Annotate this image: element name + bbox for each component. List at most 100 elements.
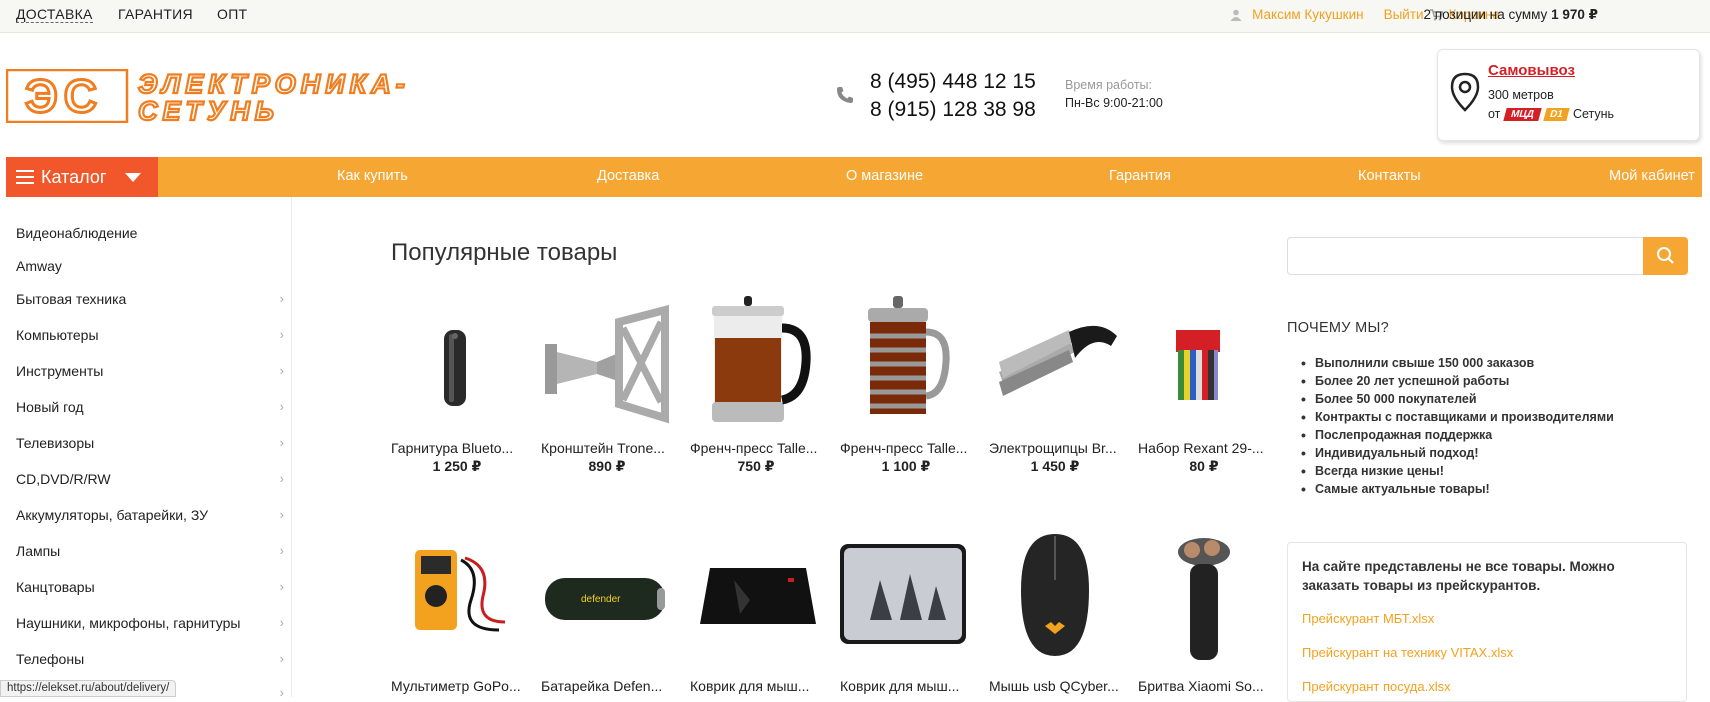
sidebar-item-tools[interactable]: Инструменты ›	[16, 363, 286, 379]
heat-shrink-set-image	[1176, 330, 1220, 400]
nav-how-to-buy[interactable]: Как купить	[337, 168, 408, 184]
chevron-right-icon: ›	[279, 291, 284, 306]
page-title: Популярные товары	[391, 239, 618, 266]
pickup-from: от МЦД D1 Сетунь	[1488, 107, 1614, 121]
top-link-delivery[interactable]: ДОСТАВКА	[16, 6, 93, 23]
product-name[interactable]: Мультиметр GoPo...	[391, 678, 523, 694]
sidebar-item-label: Канцтовары	[16, 579, 95, 595]
product-card[interactable]: Френч-пресс Talle... 1 100 ₽	[840, 292, 972, 475]
product-name[interactable]: Френч-пресс Talle...	[690, 440, 822, 456]
sidebar-item-label: Инструменты	[16, 363, 104, 379]
mousepad-soldiers-image	[840, 544, 966, 644]
phone-number-2[interactable]: 8 (915) 128 38 98	[870, 98, 1036, 122]
sidebar-item-label: Бытовая техника	[16, 291, 127, 307]
chevron-right-icon: ›	[279, 399, 284, 414]
top-link-wholesale[interactable]: ОПТ	[217, 6, 247, 22]
menu-icon	[16, 170, 34, 184]
search-input[interactable]	[1287, 237, 1645, 275]
chevron-right-icon: ›	[279, 435, 284, 450]
product-name[interactable]: Коврик для мыш...	[690, 678, 822, 694]
sidebar-item-tv[interactable]: Телевизоры ›	[16, 435, 286, 451]
svg-text:defender: defender	[581, 594, 621, 605]
price-list-link-vitax[interactable]: Прейскурант на технику VITAX.xlsx	[1302, 645, 1513, 660]
sidebar-item-label: Телефоны	[16, 651, 85, 667]
pickup-from-label: от	[1488, 107, 1501, 121]
french-press-image	[712, 296, 811, 422]
product-name[interactable]: Мышь usb QCyber...	[989, 678, 1121, 694]
product-name[interactable]: Френч-пресс Talle...	[840, 440, 972, 456]
product-name[interactable]: Батарейка Defen...	[541, 678, 673, 694]
svg-text:СЕТУНЬ: СЕТУНЬ	[138, 96, 279, 123]
price-lists-note: На сайте представлены не все товары. Мож…	[1302, 559, 1615, 593]
sidebar-item-batteries[interactable]: Аккумуляторы, батарейки, ЗУ ›	[16, 507, 286, 523]
svg-text:ЭС: ЭС	[25, 70, 103, 122]
mouse-image	[1021, 534, 1089, 656]
logout-link[interactable]: Выйти	[1384, 7, 1424, 22]
product-card[interactable]: Френч-пресс Talle... 750 ₽	[690, 292, 822, 475]
hair-curler-image	[999, 325, 1117, 396]
chevron-right-icon: ›	[279, 685, 284, 700]
nav-my-account[interactable]: Мой кабинет	[1609, 168, 1695, 184]
sidebar-item-label: Видеонаблюдение	[16, 225, 138, 241]
why-us-title: ПОЧЕМУ МЫ?	[1287, 320, 1390, 336]
nav-contacts[interactable]: Контакты	[1358, 168, 1421, 184]
user-name-link[interactable]: Максим Кукушкин	[1252, 7, 1363, 22]
sidebar-item-cd-dvd[interactable]: CD,DVD/R/RW ›	[16, 471, 286, 487]
product-price: 1 100 ₽	[881, 458, 931, 474]
sidebar-item-new-year[interactable]: Новый год ›	[16, 399, 286, 415]
search-button[interactable]	[1643, 237, 1688, 275]
svg-text:ЭЛЕКТРОНИКА-: ЭЛЕКТРОНИКА-	[138, 69, 410, 99]
product-name[interactable]: Бритва Xiaomi So...	[1138, 678, 1270, 694]
main-nav: Каталог Как купить Доставка О магазине Г…	[6, 157, 1702, 197]
product-card[interactable]: Набор Rexant 29-... 80 ₽	[1138, 292, 1270, 475]
nav-delivery[interactable]: Доставка	[597, 168, 659, 184]
sidebar-item-label: Телевизоры	[16, 435, 95, 451]
sidebar-item-phones[interactable]: Телефоны ›	[16, 651, 286, 667]
price-list-link-dishes[interactable]: Прейскурант посуда.xlsx	[1302, 679, 1451, 694]
product-card[interactable]: Мышь usb QCyber...	[989, 530, 1121, 694]
list-item: Более 50 000 покупателей	[1301, 391, 1614, 410]
product-name[interactable]: Гарнитура Blueto...	[391, 440, 523, 456]
catalog-button[interactable]: Каталог	[6, 157, 158, 197]
sidebar-item-label: Аккумуляторы, батарейки, ЗУ	[16, 507, 209, 523]
product-name[interactable]: Набор Rexant 29-...	[1138, 440, 1270, 456]
product-card[interactable]: defender Батарейка Defen...	[541, 530, 673, 694]
product-card[interactable]: Кронштейн Trone... 890 ₽	[541, 292, 673, 475]
product-card[interactable]: Мультиметр GoPo...	[391, 530, 523, 694]
cart-summary: 2 позиции на сумму 1 970 ₽	[1424, 7, 1598, 23]
product-card[interactable]: Гарнитура Blueto... 1 250 ₽	[391, 292, 523, 475]
chevron-down-icon	[125, 172, 142, 182]
hours-label: Время работы:	[1065, 78, 1152, 92]
sidebar-item-label: Компьютеры	[16, 327, 99, 343]
sidebar-item-computers[interactable]: Компьютеры ›	[16, 327, 286, 343]
sidebar-item-video[interactable]: Видеонаблюдение	[16, 225, 286, 241]
product-name[interactable]: Электрощипцы Br...	[989, 440, 1121, 456]
nav-warranty[interactable]: Гарантия	[1109, 168, 1171, 184]
sidebar-item-lamps[interactable]: Лампы ›	[16, 543, 286, 559]
sidebar-item-stationery[interactable]: Канцтовары ›	[16, 579, 286, 595]
product-card[interactable]: Электрощипцы Br... 1 450 ₽	[989, 292, 1121, 475]
site-logo[interactable]: ЭС ЭЛЕКТРОНИКА- СЕТУНЬ	[5, 68, 501, 127]
product-card[interactable]: Коврик для мыш...	[840, 530, 972, 694]
nav-about[interactable]: О магазине	[846, 168, 923, 184]
sidebar-item-headphones[interactable]: Наушники, микрофоны, гарнитуры ›	[16, 615, 286, 631]
chevron-right-icon: ›	[279, 507, 284, 522]
top-link-warranty[interactable]: ГАРАНТИЯ	[118, 6, 193, 22]
phone-number-1[interactable]: 8 (495) 448 12 15	[870, 70, 1036, 94]
price-list-link-mbt[interactable]: Прейскурант МБТ.xlsx	[1302, 611, 1434, 626]
list-item: Более 20 лет успешной работы	[1301, 373, 1614, 392]
mousepad-image	[700, 568, 816, 624]
product-card[interactable]: Коврик для мыш...	[690, 530, 822, 694]
top-bar: ДОСТАВКА ГАРАНТИЯ ОПТ Максим Кукушкин Вы…	[0, 0, 1710, 33]
earbuds-image	[444, 330, 466, 406]
product-name[interactable]: Коврик для мыш...	[840, 678, 972, 694]
pickup-link[interactable]: Самовывоз	[1488, 62, 1575, 79]
product-card[interactable]: Бритва Xiaomi So...	[1138, 530, 1270, 694]
pickup-station: Сетунь	[1572, 107, 1615, 121]
product-price: 1 450 ₽	[1030, 458, 1080, 474]
sidebar-item-amway[interactable]: Amway	[16, 258, 286, 274]
sidebar-item-label: Amway	[16, 258, 62, 274]
sidebar-item-appliances[interactable]: Бытовая техника ›	[16, 291, 286, 307]
product-name[interactable]: Кронштейн Trone...	[541, 440, 673, 456]
product-price: 890 ₽	[588, 458, 626, 474]
